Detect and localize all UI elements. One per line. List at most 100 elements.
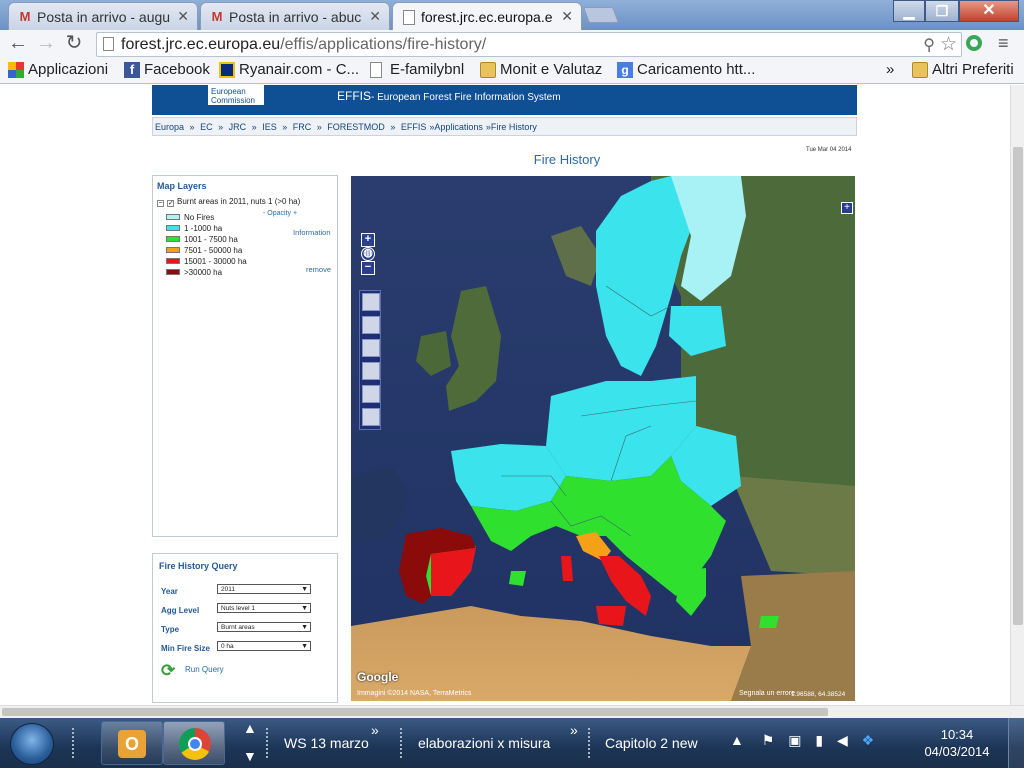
dropbox-icon[interactable]: ❖ — [862, 732, 875, 748]
tab-gmail-2[interactable]: M Posta in arrivo - abuc ✕ — [200, 2, 390, 30]
bookmark-monit[interactable]: Monit e Valutaz — [480, 61, 602, 78]
bookmarks-overflow-button[interactable]: » — [886, 61, 894, 78]
forward-icon[interactable]: → — [34, 32, 58, 56]
flag-icon[interactable]: ⚑ — [762, 732, 775, 748]
zoom-out-button[interactable]: − — [361, 261, 375, 275]
chrome-taskbar-button[interactable] — [163, 721, 225, 765]
extension-icon[interactable] — [966, 35, 982, 51]
toolbar-grip[interactable] — [588, 728, 594, 758]
bookmark-facebook[interactable]: f Facebook — [124, 61, 210, 78]
measure-icon[interactable] — [362, 385, 380, 403]
pan-icon[interactable] — [362, 316, 380, 334]
bookmark-apps[interactable]: Applicazioni — [8, 61, 108, 78]
zoom-box-icon[interactable] — [362, 339, 380, 357]
layer-row: − ✓ Burnt areas in 2011, nuts 1 (>0 ha) — [157, 197, 300, 207]
refresh-icon[interactable]: ⟳ — [161, 662, 179, 680]
bookmark-label: Caricamento htt... — [637, 61, 756, 78]
expand-layers-icon[interactable]: + — [841, 202, 853, 214]
bookmark-label: E-familybnl — [390, 61, 465, 78]
page-icon — [370, 62, 382, 78]
address-bar[interactable]: forest.jrc.ec.europa.eu/effis/applicatio… — [96, 32, 962, 57]
toolbar-ws13[interactable]: WS 13 marzo — [284, 735, 369, 751]
breadcrumb-applications[interactable]: »Applications — [429, 122, 483, 132]
opacity-control[interactable]: - Opacity + — [263, 210, 297, 217]
show-desktop-button[interactable] — [1008, 718, 1024, 768]
type-select[interactable]: Burnt areas ▼ — [217, 622, 311, 632]
start-button[interactable] — [10, 723, 54, 765]
map-canvas — [351, 176, 855, 701]
breadcrumb-separator: » — [282, 122, 288, 132]
globe-icon[interactable]: ◍ — [361, 247, 375, 261]
tab-effis[interactable]: forest.jrc.ec.europa.e ✕ — [392, 2, 582, 31]
menu-icon[interactable]: ≡ — [998, 34, 1016, 52]
bookmark-efamily[interactable]: E-familybnl — [370, 61, 464, 78]
breadcrumb-fire-history[interactable]: »Fire History — [486, 122, 537, 132]
ec-logo[interactable]: European Commission — [208, 85, 264, 105]
bookmark-ryanair[interactable]: Ryanair.com - C... — [219, 61, 359, 78]
volume-icon[interactable]: ◀ — [837, 732, 848, 748]
report-error-link[interactable]: Segnala un errore — [739, 690, 795, 697]
scroll-down-icon[interactable]: ▼ — [243, 748, 257, 764]
maximize-button[interactable]: ❐ — [925, 0, 959, 22]
breadcrumb-effis[interactable]: EFFIS — [401, 122, 427, 132]
breadcrumb-europa[interactable]: Europa — [155, 122, 184, 132]
outlook-taskbar-button[interactable]: O — [101, 721, 163, 765]
scroll-up-icon[interactable]: ▲ — [243, 720, 257, 736]
chart-icon[interactable] — [362, 408, 380, 426]
new-tab-button[interactable] — [583, 7, 619, 23]
breadcrumb-ies[interactable]: IES — [262, 122, 277, 132]
vertical-scrollbar[interactable] — [1010, 85, 1024, 705]
toolbar-elaborazioni[interactable]: elaborazioni x misura — [418, 735, 550, 751]
bookmark-caricamento[interactable]: g Caricamento htt... — [617, 61, 755, 78]
page-title: Fire History — [533, 152, 601, 167]
effis-banner: European Commission EFFIS- European Fore… — [152, 85, 857, 115]
tab-gmail-1[interactable]: M Posta in arrivo - augu ✕ — [8, 2, 198, 30]
close-tab-icon[interactable]: ✕ — [369, 8, 381, 25]
run-query-button[interactable]: Run Query — [185, 665, 224, 674]
min-fire-size-select[interactable]: 0 ha ▼ — [217, 641, 311, 651]
select-value: Burnt areas — [221, 624, 255, 631]
dropdown-arrow-icon: ▼ — [301, 643, 308, 650]
scroll-thumb[interactable] — [2, 708, 828, 716]
identify-icon[interactable] — [362, 362, 380, 380]
year-select[interactable]: 2011 ▼ — [217, 584, 311, 594]
search-icon[interactable]: ⚲ — [923, 35, 935, 55]
home-icon[interactable] — [362, 293, 380, 311]
breadcrumb-separator: » — [316, 122, 322, 132]
bookmark-label: Ryanair.com - C... — [239, 61, 360, 78]
reload-icon[interactable]: ↻ — [62, 32, 86, 56]
close-tab-icon[interactable]: ✕ — [177, 8, 189, 25]
device-icon[interactable]: ▣ — [788, 732, 801, 748]
breadcrumb-ec[interactable]: EC — [200, 122, 213, 132]
breadcrumb-jrc[interactable]: JRC — [229, 122, 247, 132]
toolbar-capitolo[interactable]: Capitolo 2 new — [605, 735, 698, 751]
agg-level-select[interactable]: Nuts level 1 ▼ — [217, 603, 311, 613]
layer-checkbox[interactable]: ✓ — [167, 200, 174, 207]
fire-map[interactable]: + ◍ − + Google Immagini ©2014 NASA, Terr… — [351, 176, 855, 701]
minimize-button[interactable]: ▁ — [893, 0, 925, 22]
close-window-button[interactable]: ✕ — [959, 0, 1019, 22]
information-link[interactable]: Information — [293, 228, 331, 237]
toolbar-grip[interactable] — [400, 728, 406, 758]
network-icon[interactable]: ▮ — [815, 732, 823, 748]
select-value: 2011 — [221, 586, 235, 593]
chevron-icon[interactable]: » — [570, 722, 578, 738]
other-bookmarks[interactable]: Altri Preferiti — [912, 61, 1014, 78]
toolbar-grip[interactable] — [72, 728, 78, 758]
breadcrumb-forestmod[interactable]: FORESTMOD — [327, 122, 385, 132]
chevron-icon[interactable]: » — [371, 722, 379, 738]
clock[interactable]: 10:34 04/03/2014 — [920, 726, 994, 760]
remove-layer-link[interactable]: remove — [306, 265, 331, 274]
zoom-in-button[interactable]: + — [361, 233, 375, 247]
bookmark-star-icon[interactable]: ☆ — [940, 33, 957, 56]
breadcrumb-frc[interactable]: FRC — [293, 122, 312, 132]
close-tab-icon[interactable]: ✕ — [561, 8, 573, 25]
collapse-icon[interactable]: − — [157, 200, 164, 207]
back-icon[interactable]: ← — [6, 32, 30, 56]
horizontal-scrollbar[interactable] — [0, 705, 1024, 718]
mouse-coordinates: 1.96588, 64.38524 — [791, 691, 846, 698]
toolbar-grip[interactable] — [266, 728, 272, 758]
legend-swatch — [166, 247, 180, 253]
scroll-thumb[interactable] — [1013, 147, 1023, 625]
show-hidden-icons[interactable]: ▲ — [730, 732, 744, 748]
